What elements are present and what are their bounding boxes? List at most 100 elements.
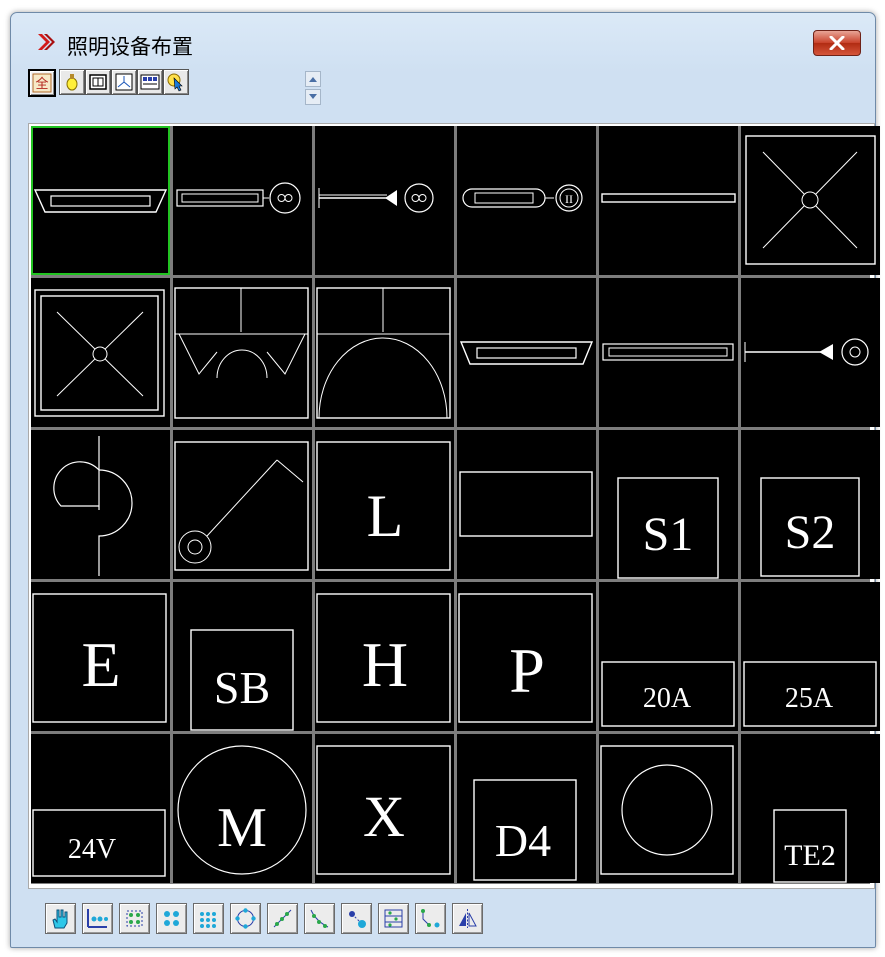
line-layout-button[interactable] <box>267 903 298 934</box>
symbol-l-icon: L <box>316 441 451 571</box>
symbol-cell-l[interactable]: L <box>315 430 454 579</box>
symbol-cell-crossed-box-lamp[interactable] <box>741 126 880 275</box>
lighting-layout-window: 照明设备布置 全 II L S1 S2 E SB H P 20A 25A 24V… <box>10 12 880 948</box>
filter-pointer-button[interactable] <box>163 69 189 95</box>
row-layout-button[interactable] <box>82 903 113 934</box>
matrix-layout-icon <box>126 910 143 927</box>
symbol-cell-explosion-proof-lamp[interactable]: II <box>457 126 596 275</box>
svg-text:S2: S2 <box>785 506 836 559</box>
symbol-cell-x[interactable]: X <box>315 734 454 883</box>
symbol-cell-trough-lamp[interactable] <box>31 126 170 275</box>
app-logo-icon <box>38 34 55 50</box>
bulb-icon <box>66 74 78 91</box>
dots-layout-icon <box>200 912 216 928</box>
connect-layout-button[interactable] <box>415 903 446 934</box>
symbol-cell-s1[interactable]: S1 <box>599 430 738 579</box>
trough-lamp-icon <box>459 341 594 365</box>
svg-text:M: M <box>217 797 267 859</box>
symbol-grid: II L S1 S2 E SB H P 20A 25A 24V M X D4 T… <box>31 126 880 884</box>
mirror-button[interactable] <box>452 903 483 934</box>
symbol-cell-h[interactable]: H <box>315 582 454 731</box>
svg-text:H: H <box>362 629 408 700</box>
symbol-24v-icon: 24V <box>32 809 166 877</box>
pick-button[interactable] <box>45 903 76 934</box>
wall-lamp-icon <box>318 183 434 213</box>
symbol-cell-trough-lamp-2[interactable] <box>457 278 596 427</box>
switch-lamp-icon <box>174 441 309 571</box>
symbol-cell-25a[interactable]: 25A <box>741 582 880 731</box>
svg-text:II: II <box>565 192 573 206</box>
symbol-grid-frame: II L S1 S2 E SB H P 20A 25A 24V M X D4 T… <box>28 123 880 889</box>
symbol-cell-m[interactable]: M <box>173 734 312 883</box>
ring-layout-button[interactable] <box>230 903 261 934</box>
symbol-cell-pendant-dome[interactable] <box>315 278 454 427</box>
symbol-cell-p[interactable]: P <box>457 582 596 731</box>
symbol-cell-circle[interactable] <box>599 734 738 883</box>
filter-lamp-button[interactable] <box>59 69 85 95</box>
dots-layout-button[interactable] <box>193 903 224 934</box>
symbol-cell-double-crossed-box[interactable] <box>31 278 170 427</box>
ring-layout-icon <box>235 908 256 929</box>
symbol-cell-te2[interactable]: TE2 <box>741 734 880 883</box>
curve-layout-icon <box>310 909 329 928</box>
junction-icon <box>115 73 133 91</box>
symbol-m-icon: M <box>177 745 307 875</box>
svg-text:20A: 20A <box>643 683 692 714</box>
window-title: 照明设备布置 <box>67 35 193 59</box>
close-icon <box>829 36 845 50</box>
symbol-s1-icon: S1 <box>617 477 719 579</box>
symbol-h-icon: H <box>316 593 451 723</box>
svg-text:L: L <box>367 483 404 549</box>
filter-all-button[interactable]: 全 <box>28 69 56 97</box>
connect-layout-icon <box>421 909 440 928</box>
svg-text:P: P <box>509 635 545 706</box>
symbol-cell-s2[interactable]: S2 <box>741 430 880 579</box>
symbol-cell-line-lamp[interactable] <box>599 126 738 275</box>
fluorescent-lamp-icon <box>176 182 301 214</box>
symbol-cell-rectangle[interactable] <box>457 430 596 579</box>
symbol-x-icon: X <box>316 745 451 875</box>
symbol-p-icon: P <box>458 593 593 723</box>
symbol-cell-fluorescent-lamp[interactable] <box>173 126 312 275</box>
line-layout-icon <box>273 909 292 928</box>
symbol-d4-icon: D4 <box>473 779 577 881</box>
svg-text:E: E <box>81 629 120 700</box>
symbol-cell-sb[interactable]: SB <box>173 582 312 731</box>
spot-layout-button[interactable] <box>341 903 372 934</box>
scroll-up-button[interactable] <box>305 71 321 87</box>
svg-text:X: X <box>363 784 405 849</box>
wall-lamp-icon <box>744 338 869 366</box>
symbol-20a-icon: 20A <box>601 661 735 727</box>
title-bar[interactable]: 照明设备布置 <box>11 13 875 73</box>
svg-text:SB: SB <box>214 662 270 713</box>
symbol-cell-pendant-double[interactable] <box>173 278 312 427</box>
grid-layout-button[interactable] <box>156 903 187 934</box>
symbol-cell-hook-lamp[interactable] <box>31 430 170 579</box>
explosion-proof-lamp-icon: II <box>462 184 583 212</box>
symbol-cell-switch-lamp[interactable] <box>173 430 312 579</box>
filter-panel-button[interactable] <box>85 69 111 95</box>
symbol-sb-icon: SB <box>190 629 294 731</box>
close-button[interactable] <box>813 30 861 56</box>
toolbar-scroll-spinner[interactable] <box>305 71 321 105</box>
hook-lamp-icon <box>53 436 133 576</box>
symbol-cell-tube-lamp[interactable] <box>599 278 738 427</box>
symbol-cell-24v[interactable]: 24V <box>31 734 170 883</box>
curve-layout-button[interactable] <box>304 903 335 934</box>
symbol-cell-20a[interactable]: 20A <box>599 582 738 731</box>
spot-layout-icon <box>349 911 366 928</box>
filter-junction-button[interactable] <box>111 69 137 95</box>
grid-layout-icon <box>164 911 179 926</box>
symbol-cell-d4[interactable]: D4 <box>457 734 596 883</box>
list-layout-icon <box>384 909 403 928</box>
symbol-cell-wall-lamp[interactable] <box>315 126 454 275</box>
list-layout-button[interactable] <box>378 903 409 934</box>
mirror-icon <box>459 909 477 928</box>
symbol-cell-wall-lamp-2[interactable] <box>741 278 880 427</box>
symbol-cell-e[interactable]: E <box>31 582 170 731</box>
pointer-icon <box>167 73 183 92</box>
hand-icon <box>52 909 68 929</box>
filter-switchboard-button[interactable] <box>137 69 163 95</box>
matrix-layout-button[interactable] <box>119 903 150 934</box>
scroll-down-button[interactable] <box>305 89 321 105</box>
